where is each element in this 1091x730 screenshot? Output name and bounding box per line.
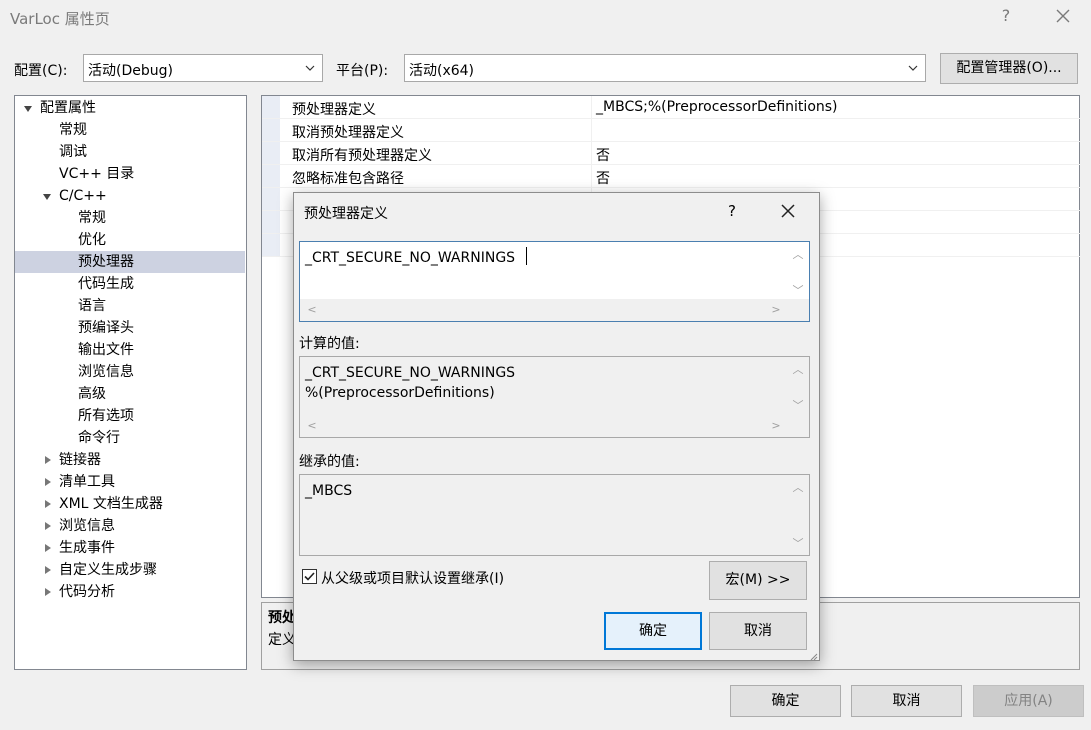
property-name: 预处理器定义	[292, 102, 376, 118]
tree-item-browse-info[interactable]: 浏览信息	[78, 361, 134, 383]
close-icon	[781, 204, 795, 218]
tree-item-output-files[interactable]: 输出文件	[78, 339, 134, 361]
vertical-scrollbar[interactable]: ︿ ﹀	[787, 475, 809, 555]
tree-item-code-generation[interactable]: 代码生成	[78, 273, 134, 295]
platform-label: 平台(P):	[336, 63, 389, 79]
collapse-arrow-icon[interactable]	[24, 106, 32, 112]
inherit-checkbox[interactable]	[302, 569, 317, 584]
config-value: 活动(Debug)	[88, 63, 173, 79]
ok-button[interactable]: 确定	[730, 685, 841, 717]
tree-item-advanced[interactable]: 高级	[78, 383, 106, 405]
text-caret	[526, 247, 527, 265]
dialog-help-button[interactable]: ?	[726, 202, 738, 220]
horizontal-scrollbar[interactable]: < >	[300, 415, 809, 437]
config-manager-button[interactable]: 配置管理器(O)...	[940, 53, 1078, 84]
platform-value: 活动(x64)	[409, 63, 475, 79]
tree-item-xml-doc-generator[interactable]: XML 文档生成器	[59, 493, 163, 515]
scroll-up-icon[interactable]: ︿	[790, 361, 806, 377]
scroll-down-icon[interactable]: ﹀	[790, 397, 806, 413]
expand-arrow-icon[interactable]	[45, 500, 51, 508]
preprocessor-dialog: 预处理器定义 ? _CRT_SECURE_NO_WARNINGS ︿ ﹀ < >…	[293, 192, 820, 661]
property-row[interactable]: 忽略标准包含路径 否	[262, 165, 1080, 188]
dialog-ok-button[interactable]: 确定	[604, 612, 702, 650]
description-text: 定义	[268, 632, 296, 648]
checkmark-icon	[304, 572, 315, 581]
tree-item-code-analysis[interactable]: 代码分析	[59, 581, 115, 603]
chevron-down-icon	[908, 65, 918, 71]
tree-item-browse-information[interactable]: 浏览信息	[59, 515, 115, 537]
vertical-scrollbar[interactable]: ︿ ﹀	[787, 357, 809, 415]
tree-item-command-line[interactable]: 命令行	[78, 427, 120, 449]
tree-item-general[interactable]: 常规	[59, 119, 87, 141]
inherited-values-box: _MBCS ︿ ﹀	[299, 474, 810, 556]
tree-item-debugging[interactable]: 调试	[59, 141, 87, 163]
config-combo[interactable]: 活动(Debug)	[83, 54, 323, 82]
macro-button[interactable]: 宏(M) >>	[709, 561, 807, 600]
scroll-left-icon[interactable]: <	[304, 419, 320, 432]
description-title: 预处	[268, 610, 296, 626]
config-label: 配置(C):	[14, 63, 68, 79]
close-button[interactable]	[1052, 5, 1074, 27]
inherit-checkbox-label[interactable]: 从父级或项目默认设置继承(I)	[321, 568, 504, 588]
expand-arrow-icon[interactable]	[45, 456, 51, 464]
window-title: VarLoc 属性页	[10, 10, 110, 28]
tree-item-custom-build-step[interactable]: 自定义生成步骤	[59, 559, 157, 581]
tree-item-language[interactable]: 语言	[78, 295, 106, 317]
scroll-down-icon[interactable]: ﹀	[790, 282, 806, 298]
inherited-values-text: _MBCS	[305, 483, 353, 499]
scroll-left-icon[interactable]: <	[304, 303, 320, 316]
inherited-values-label: 继承的值:	[299, 454, 360, 470]
computed-values-text: _CRT_SECURE_NO_WARNINGS %(PreprocessorDe…	[305, 365, 516, 401]
property-row[interactable]: 取消所有预处理器定义 否	[262, 142, 1080, 165]
property-name: 忽略标准包含路径	[292, 171, 404, 187]
expand-arrow-icon[interactable]	[45, 566, 51, 574]
horizontal-scrollbar[interactable]: < >	[300, 299, 809, 321]
tree-item-precompiled-headers[interactable]: 预编译头	[78, 317, 134, 339]
tree-item-manifest-tool[interactable]: 清单工具	[59, 471, 115, 493]
tree-item-vc-directories[interactable]: VC++ 目录	[59, 163, 134, 185]
expand-arrow-icon[interactable]	[45, 478, 51, 486]
help-button[interactable]: ?	[998, 6, 1014, 25]
scroll-right-icon[interactable]: >	[768, 303, 784, 316]
definitions-editor[interactable]: _CRT_SECURE_NO_WARNINGS ︿ ﹀ < >	[299, 241, 810, 322]
property-row[interactable]: 预处理器定义 _MBCS;%(PreprocessorDefinitions)	[262, 96, 1080, 119]
tree-item-build-events[interactable]: 生成事件	[59, 537, 115, 559]
scroll-right-icon[interactable]: >	[768, 419, 784, 432]
tree-item-config-properties[interactable]: 配置属性	[40, 97, 96, 119]
apply-button[interactable]: 应用(A)	[973, 685, 1084, 717]
platform-combo[interactable]: 活动(x64)	[404, 54, 926, 82]
property-name: 取消预处理器定义	[292, 125, 404, 141]
property-row[interactable]: 取消预处理器定义	[262, 119, 1080, 142]
expand-arrow-icon[interactable]	[45, 588, 51, 596]
property-value: 否	[596, 148, 610, 164]
vertical-scrollbar[interactable]: ︿ ﹀	[787, 242, 809, 299]
tree-item-linker[interactable]: 链接器	[59, 449, 101, 471]
cancel-button[interactable]: 取消	[851, 685, 962, 717]
tree-item-optimization[interactable]: 优化	[78, 229, 106, 251]
collapse-arrow-icon[interactable]	[43, 194, 51, 200]
tree-item-all-options[interactable]: 所有选项	[78, 405, 134, 427]
scroll-up-icon[interactable]: ︿	[790, 246, 806, 262]
computed-values-box: _CRT_SECURE_NO_WARNINGS %(PreprocessorDe…	[299, 356, 810, 438]
expand-arrow-icon[interactable]	[45, 522, 51, 530]
tree-item-preprocessor[interactable]: 预处理器	[78, 251, 134, 273]
definitions-editor-text: _CRT_SECURE_NO_WARNINGS	[305, 250, 516, 266]
dialog-title: 预处理器定义	[304, 206, 388, 222]
scroll-up-icon[interactable]: ︿	[790, 479, 806, 495]
scroll-down-icon[interactable]: ﹀	[790, 535, 806, 551]
computed-values-label: 计算的值:	[299, 336, 360, 352]
tree-item-cpp[interactable]: C/C++	[59, 185, 107, 207]
chevron-down-icon	[305, 65, 315, 71]
close-icon	[1056, 9, 1070, 23]
property-name: 取消所有预处理器定义	[292, 148, 432, 164]
resize-grip-icon[interactable]	[808, 649, 818, 661]
property-value: _MBCS;%(PreprocessorDefinitions)	[596, 99, 838, 115]
property-value: 否	[596, 171, 610, 187]
expand-arrow-icon[interactable]	[45, 544, 51, 552]
dialog-close-button[interactable]	[777, 200, 799, 222]
dialog-cancel-button[interactable]: 取消	[709, 612, 807, 650]
tree-item-cpp-general[interactable]: 常规	[78, 207, 106, 229]
